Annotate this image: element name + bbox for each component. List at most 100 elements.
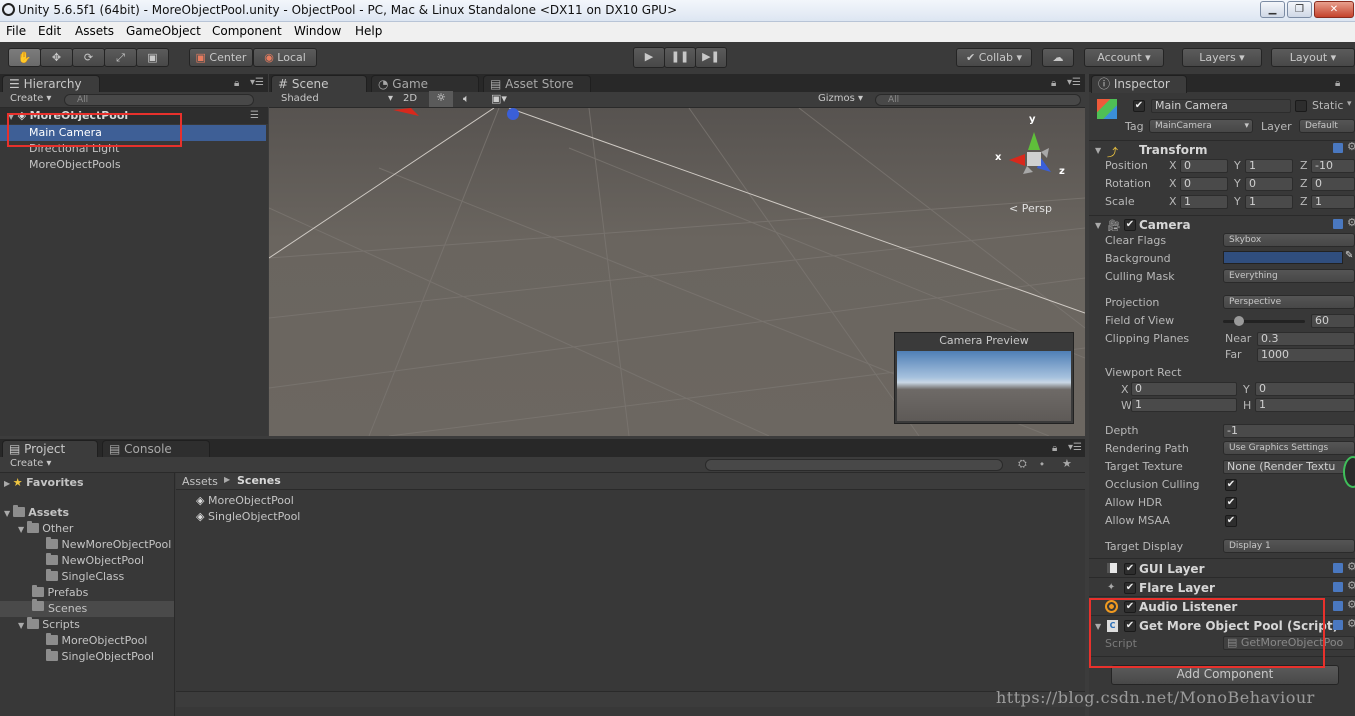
pivot-center-button[interactable]: ▣ Center [189, 48, 253, 67]
static-dropdown-icon[interactable]: ▾ [1347, 99, 1352, 109]
scene-menu-icon[interactable]: ☰ [250, 108, 259, 124]
persp-label[interactable]: < Persp [1009, 202, 1052, 215]
hand-tool-button[interactable]: ✋ [8, 48, 41, 67]
menu-file[interactable]: File [6, 24, 26, 38]
breadcrumb-assets[interactable]: Assets [182, 475, 218, 488]
tab-scene[interactable]: # Scene [271, 75, 367, 93]
gui-layer-checkbox[interactable]: ✔ [1124, 563, 1136, 575]
panel-menu-icon[interactable]: ▾☰ [1068, 442, 1082, 453]
background-color-swatch[interactable] [1223, 251, 1343, 264]
menu-window[interactable]: Window [294, 24, 341, 38]
tree-item-other[interactable]: ▼ Other [18, 521, 73, 537]
layer-dropdown[interactable]: Default [1299, 119, 1355, 133]
layout-dropdown[interactable]: Layout ▾ [1271, 48, 1355, 67]
tree-item-singleobjectpool[interactable]: SingleObjectPool [46, 649, 154, 665]
projection-dropdown[interactable]: Perspective [1223, 295, 1355, 309]
occlusion-culling-checkbox[interactable]: ✔ [1225, 479, 1237, 491]
mode-2d-button[interactable]: 2D [403, 93, 417, 104]
maximize-button[interactable]: ❐ [1287, 1, 1312, 18]
expand-arrow-icon[interactable]: ▼ [1095, 221, 1101, 230]
gear-icon[interactable]: ⚙ [1347, 216, 1355, 229]
help-icon[interactable] [1333, 219, 1343, 229]
camera-enabled-checkbox[interactable]: ✔ [1124, 219, 1136, 231]
tree-item-prefabs[interactable]: Prefabs [32, 585, 88, 601]
tree-item-assets[interactable]: ▼ Assets [4, 505, 69, 521]
lock-icon[interactable]: 🔒︎ [234, 78, 239, 89]
expand-arrow-icon[interactable]: ▼ [1095, 146, 1101, 155]
help-icon[interactable] [1333, 143, 1343, 153]
depth-field[interactable]: -1 [1223, 424, 1355, 438]
static-checkbox[interactable] [1295, 100, 1307, 112]
active-checkbox[interactable]: ✔ [1133, 100, 1145, 112]
file-singleobjectpool[interactable]: ◈ SingleObjectPool [196, 509, 300, 525]
scale-tool-button[interactable]: ⤢ [104, 48, 137, 67]
account-dropdown[interactable]: Account ▾ [1084, 48, 1164, 67]
layers-dropdown[interactable]: Layers ▾ [1182, 48, 1262, 67]
orientation-gizmo[interactable]: y x z [989, 114, 1069, 192]
menu-edit[interactable]: Edit [38, 24, 61, 38]
lock-icon[interactable]: 🔒︎ [1051, 78, 1056, 89]
tree-item-moreobjectpool[interactable]: MoreObjectPool [46, 633, 147, 649]
tab-inspector[interactable]: ⓘ Inspector [1091, 75, 1187, 93]
lock-icon[interactable]: 🔒︎ [1052, 443, 1057, 454]
rotation-z-field[interactable]: 0 [1311, 177, 1355, 191]
allow-msaa-checkbox[interactable]: ✔ [1225, 515, 1237, 527]
tree-item-scripts[interactable]: ▼ Scripts [18, 617, 80, 633]
fov-slider-thumb[interactable] [1234, 316, 1245, 326]
minimize-button[interactable]: ▁ [1260, 1, 1285, 18]
scale-y-field[interactable]: 1 [1245, 195, 1293, 209]
rendering-path-dropdown[interactable]: Use Graphics Settings [1223, 441, 1355, 455]
tag-dropdown[interactable]: MainCamera ▾ [1149, 119, 1253, 133]
gear-icon[interactable]: ⚙ [1347, 560, 1355, 573]
scene-viewport[interactable]: y x z < Persp Camera Preview [269, 108, 1085, 436]
viewport-y-field[interactable]: 0 [1255, 382, 1355, 396]
collab-dropdown[interactable]: ✔ Collab ▾ [956, 48, 1032, 67]
tab-asset-store[interactable]: ▤ Asset Store [483, 75, 591, 93]
flare-layer-checkbox[interactable]: ✔ [1124, 582, 1136, 594]
viewport-x-field[interactable]: 0 [1131, 382, 1237, 396]
tab-project[interactable]: ▤ Project [2, 440, 98, 458]
cloud-button[interactable]: ☁ [1042, 48, 1074, 67]
file-moreobjectpool[interactable]: ◈ MoreObjectPool [196, 493, 294, 509]
object-name-field[interactable]: Main Camera [1151, 99, 1291, 113]
scene-search[interactable]: All [875, 94, 1081, 106]
create-dropdown[interactable]: Create ▾ [10, 93, 51, 104]
tab-game[interactable]: ◔ Game [371, 75, 479, 93]
move-tool-button[interactable]: ✥ [40, 48, 73, 67]
scale-x-field[interactable]: 1 [1180, 195, 1228, 209]
menu-component[interactable]: Component [212, 24, 282, 38]
pivot-local-button[interactable]: ◉ Local [253, 48, 317, 67]
rotation-x-field[interactable]: 0 [1180, 177, 1228, 191]
help-icon[interactable] [1333, 582, 1343, 592]
rect-tool-button[interactable]: ▣ [136, 48, 169, 67]
project-search[interactable] [705, 459, 1003, 471]
panel-menu-icon[interactable]: ▾☰ [1067, 77, 1081, 88]
culling-mask-dropdown[interactable]: Everything [1223, 269, 1355, 283]
effects-toggle-icon[interactable]: ▣▾ [491, 92, 507, 105]
breadcrumb-scenes[interactable]: Scenes [237, 474, 281, 487]
fov-field[interactable]: 60 [1311, 314, 1355, 328]
menu-assets[interactable]: Assets [75, 24, 114, 38]
allow-hdr-checkbox[interactable]: ✔ [1225, 497, 1237, 509]
near-field[interactable]: 0.3 [1257, 332, 1355, 346]
gizmos-dropdown[interactable]: Gizmos ▾ [818, 93, 863, 104]
gear-icon[interactable]: ⚙ [1347, 617, 1355, 630]
audio-toggle-icon[interactable]: 🔈︎ [463, 92, 470, 106]
far-field[interactable]: 1000 [1257, 348, 1355, 362]
viewport-w-field[interactable]: 1 [1131, 398, 1237, 412]
help-icon[interactable] [1333, 620, 1343, 630]
create-dropdown[interactable]: Create ▾ [10, 458, 51, 469]
rotation-y-field[interactable]: 0 [1245, 177, 1293, 191]
tree-item-scenes[interactable]: Scenes [0, 599, 174, 617]
eyedropper-icon[interactable]: ✎ [1345, 250, 1353, 261]
target-display-dropdown[interactable]: Display 1 [1223, 539, 1355, 553]
tree-item-newmoreobjectpool[interactable]: NewMoreObjectPool [46, 537, 171, 553]
menu-gameobject[interactable]: GameObject [126, 24, 201, 38]
hierarchy-search[interactable]: All [64, 94, 254, 106]
step-button[interactable]: ▶❚ [695, 47, 727, 68]
tab-hierarchy[interactable]: ☰ Hierarchy [2, 75, 100, 93]
rotate-tool-button[interactable]: ⟳ [72, 48, 105, 67]
shading-dropdown[interactable]: Shaded ▾ [281, 93, 393, 104]
scale-z-field[interactable]: 1 [1311, 195, 1355, 209]
position-y-field[interactable]: 1 [1245, 159, 1293, 173]
